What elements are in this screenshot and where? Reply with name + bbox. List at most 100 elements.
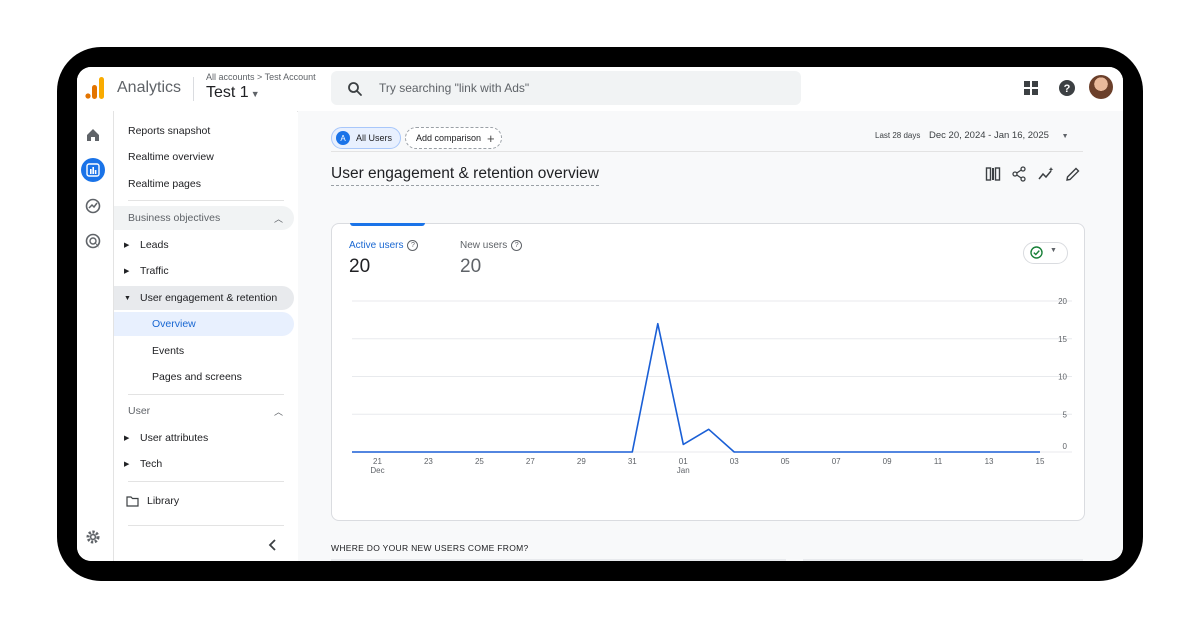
chevron-up-icon: ︿ xyxy=(274,405,283,418)
apps-grid-icon[interactable] xyxy=(1022,79,1040,97)
search-input[interactable] xyxy=(377,80,781,96)
gear-icon xyxy=(85,529,101,545)
series-line-active-users xyxy=(352,324,1040,452)
caret-right-icon: ▶ xyxy=(124,460,129,468)
caret-down-icon: ▼ xyxy=(1062,133,1069,140)
help-icon[interactable]: ? xyxy=(1058,79,1076,97)
caret-right-icon: ▶ xyxy=(124,267,129,275)
sidebar-item-leads[interactable]: ▶ Leads xyxy=(114,233,294,257)
customize-columns-icon[interactable] xyxy=(985,166,1001,182)
caret-right-icon: ▶ xyxy=(124,434,129,442)
folder-icon xyxy=(126,496,139,507)
section-heading-new-users: WHERE DO YOUR NEW USERS COME FROM? xyxy=(331,543,529,553)
advertising-icon xyxy=(85,233,101,249)
main-content: A All Users Add comparison + Last 28 day… xyxy=(298,111,1123,561)
x-tick-label: 01 xyxy=(679,457,688,466)
help-icon[interactable]: ? xyxy=(407,240,418,251)
x-tick-label: 09 xyxy=(883,457,892,466)
explore-icon xyxy=(85,198,101,214)
plus-icon: + xyxy=(487,131,495,146)
rail-admin-button[interactable] xyxy=(81,525,105,549)
sidebar-item-library[interactable]: Library xyxy=(114,489,294,513)
data-quality-chip[interactable]: ▼ xyxy=(1023,242,1068,264)
rail-home-button[interactable] xyxy=(81,123,105,147)
x-tick-label: 27 xyxy=(526,457,535,466)
sidebar: Reports snapshot Realtime overview Realt… xyxy=(114,111,297,561)
sidebar-divider xyxy=(128,394,284,395)
x-tick-label: 03 xyxy=(730,457,739,466)
caret-down-icon: ▼ xyxy=(124,295,131,302)
toolbar-divider xyxy=(331,151,1083,152)
x-tick-sublabel: Jan xyxy=(677,466,690,475)
metric-tab-active-users[interactable]: Active users? xyxy=(349,240,418,251)
nav-rail xyxy=(77,111,114,561)
search-bar[interactable] xyxy=(331,71,801,105)
sidebar-item-tech[interactable]: ▶ Tech xyxy=(114,452,294,476)
all-users-chip[interactable]: A All Users xyxy=(331,127,401,149)
help-icon[interactable]: ? xyxy=(511,240,522,251)
sidebar-item-realtime-pages[interactable]: Realtime pages xyxy=(114,172,294,196)
app-title: Analytics xyxy=(117,79,181,97)
y-tick-label: 5 xyxy=(1063,410,1068,419)
y-tick-label: 20 xyxy=(1058,297,1067,306)
caret-down-icon: ▼ xyxy=(1050,247,1057,254)
sidebar-item-traffic[interactable]: ▶ Traffic xyxy=(114,259,294,283)
x-tick-label: 23 xyxy=(424,457,433,466)
insights-icon[interactable] xyxy=(1038,166,1054,182)
date-range-picker[interactable]: Last 28 days Dec 20, 2024 - Jan 16, 2025… xyxy=(875,130,1069,141)
all-users-label: All Users xyxy=(356,133,392,143)
collapse-chevron-left-icon[interactable] xyxy=(268,539,278,551)
sidebar-item-pages-and-screens[interactable]: Pages and screens xyxy=(114,365,294,389)
page-title: User engagement & retention overview xyxy=(331,165,599,186)
breadcrumb[interactable]: All accounts > Test Account xyxy=(206,72,316,82)
caret-down-icon: ▼ xyxy=(251,89,260,99)
sidebar-divider xyxy=(128,200,284,201)
analytics-logo-icon[interactable] xyxy=(85,77,105,99)
chevron-up-icon: ︿ xyxy=(274,212,283,225)
section-business-objectives[interactable]: Business objectives ︿ xyxy=(114,206,294,230)
sidebar-item-realtime-overview[interactable]: Realtime overview xyxy=(114,145,294,169)
next-card-edge xyxy=(803,559,1083,561)
property-name: Test 1 xyxy=(206,84,249,101)
metric-value-active-users: 20 xyxy=(349,256,370,278)
line-chart: 0510152021Dec232527293101Jan030507091113… xyxy=(332,294,1084,484)
metric-tab-new-users[interactable]: New users? xyxy=(460,240,522,251)
home-icon xyxy=(85,127,101,143)
x-tick-label: 07 xyxy=(832,457,841,466)
x-tick-label: 05 xyxy=(781,457,790,466)
y-tick-label: 0 xyxy=(1063,442,1068,451)
svg-text:?: ? xyxy=(1064,83,1071,95)
sidebar-item-user-engagement[interactable]: ▼ User engagement & retention xyxy=(114,286,294,310)
add-comparison-label: Add comparison xyxy=(416,133,481,143)
metric-value-new-users: 20 xyxy=(460,256,481,278)
x-tick-label: 21 xyxy=(373,457,382,466)
bar-chart-icon xyxy=(86,163,100,177)
segment-letter-badge: A xyxy=(336,131,350,145)
date-range-value: Dec 20, 2024 - Jan 16, 2025 xyxy=(929,130,1049,141)
x-tick-label: 15 xyxy=(1036,457,1045,466)
property-selector[interactable]: Test 1▼ xyxy=(206,84,260,102)
avatar[interactable] xyxy=(1089,75,1113,99)
sidebar-item-events[interactable]: Events xyxy=(114,339,294,363)
app-screen: Analytics All accounts > Test Account Te… xyxy=(77,67,1123,561)
x-tick-sublabel: Dec xyxy=(370,466,384,475)
x-tick-label: 25 xyxy=(475,457,484,466)
next-card-edge xyxy=(331,559,786,561)
edit-pencil-icon[interactable] xyxy=(1065,166,1081,182)
rail-explore-button[interactable] xyxy=(81,194,105,218)
x-tick-label: 13 xyxy=(985,457,994,466)
search-icon xyxy=(347,81,363,97)
sidebar-divider xyxy=(128,481,284,482)
rail-reports-button[interactable] xyxy=(81,158,105,182)
section-user[interactable]: User ︿ xyxy=(114,399,294,423)
add-comparison-button[interactable]: Add comparison + xyxy=(405,127,502,149)
sidebar-item-overview[interactable]: Overview xyxy=(114,312,294,336)
caret-right-icon: ▶ xyxy=(124,241,129,249)
sidebar-item-reports-snapshot[interactable]: Reports snapshot xyxy=(114,119,294,143)
active-tab-indicator xyxy=(350,223,425,226)
rail-advertising-button[interactable] xyxy=(81,229,105,253)
share-icon[interactable] xyxy=(1011,166,1027,182)
y-tick-label: 15 xyxy=(1058,335,1067,344)
check-circle-icon xyxy=(1030,246,1043,259)
sidebar-item-user-attributes[interactable]: ▶ User attributes xyxy=(114,426,294,450)
